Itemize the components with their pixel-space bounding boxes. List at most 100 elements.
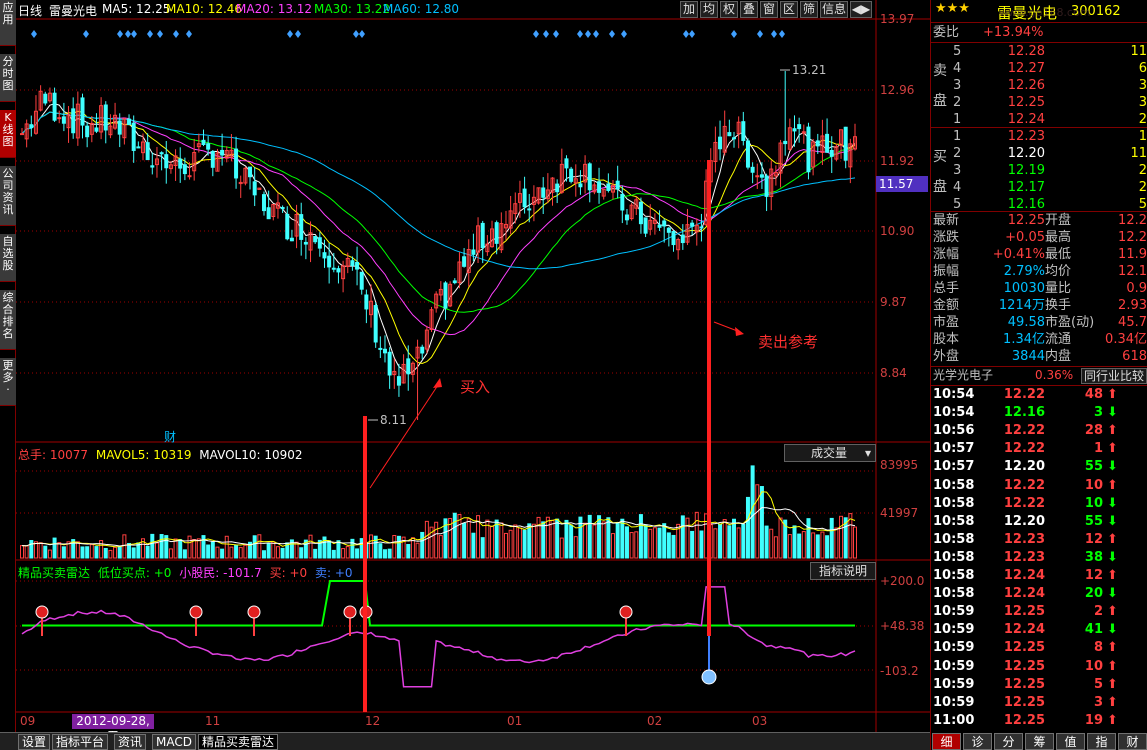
tab-macd[interactable]: MACD [152,734,196,750]
candle [322,252,327,259]
volume-bar [522,529,527,559]
tab-settings[interactable]: 设置 [18,734,51,750]
volume-bar [713,528,718,559]
sell-level-row[interactable]: 5 12.28 11 [931,43,1147,60]
arrow-up-icon: ⬆ [1107,423,1118,439]
quote-tab[interactable]: 分 [994,733,1023,750]
quote-tab[interactable]: 指 [1087,733,1116,750]
candle [396,376,401,386]
volume-bar [210,541,215,559]
volume-bar [587,514,592,559]
tick-volume: 38 [1084,549,1103,565]
indicator-help-button[interactable]: 指标说明 [810,562,876,580]
quote-tab[interactable]: 值 [1056,733,1085,750]
arrow-up-icon: ⬆ [1107,676,1118,692]
tick-price: 12.20 [1003,459,1045,475]
volume-dropdown[interactable]: 成交量 ▾ [784,444,876,462]
order-volume: 2 [1138,163,1147,178]
stat-key: 市盈 [933,315,960,330]
stat-row[interactable]: 涨跌 +0.05 最高 12.2 [931,229,1147,246]
sell-level-row[interactable]: 1 12.24 2 [931,111,1147,128]
chart-grid [16,0,930,732]
level-number: 4 [953,180,962,195]
watermark-text: www.gp168.com [999,6,1091,19]
stat-row[interactable]: 市盈 49.58 市盈(动) 45.7 [931,314,1147,331]
stat-value: 45.7 [1118,315,1147,330]
tab-radar[interactable]: 精品买卖雷达 [198,734,279,750]
candle [471,249,476,255]
candle [671,231,676,246]
volume-bar [825,535,830,559]
buy-level-row[interactable]: 1 12.23 1 [931,128,1147,145]
stat-row[interactable]: 金额 1214万 换手 2.93 [931,297,1147,314]
buy-level-row[interactable]: 3 12.19 2 [931,162,1147,179]
volume-axis-label: 83995 [880,458,919,472]
volume-bar [47,549,52,559]
stat-value: 0.9 [1126,281,1147,296]
candle [759,174,764,178]
volume-bar [471,532,476,559]
date-axis-label: 01 [507,714,523,728]
volume-bar [173,538,178,559]
volume-bar [52,537,57,559]
sell-level-row[interactable]: 4 12.27 6 [931,60,1147,77]
volume-bar [327,540,332,559]
candle [462,256,467,267]
volume-bar [745,496,750,559]
candle [718,136,723,150]
stat-row[interactable]: 外盘 3844 内盘 618 [931,348,1147,365]
order-price: 12.19 [1007,163,1045,178]
stat-row[interactable]: 股本 1.34亿 流通 0.34亿 [931,331,1147,348]
quote-tab[interactable]: 细 [932,733,961,750]
volume-bar [387,548,392,559]
stat-row[interactable]: 振幅 2.79% 均价 12.1 [931,263,1147,280]
candle [248,166,253,178]
stat-value: 0.34亿 [1105,332,1147,347]
volume-bar [592,524,597,559]
kline-chart[interactable] [0,0,930,732]
volume-bar [652,527,657,559]
candle [252,181,257,196]
stat-row[interactable]: 最新 12.25 开盘 12.2 [931,212,1147,229]
stat-row[interactable]: 涨幅 +0.41% 最低 11.9 [931,246,1147,263]
candle [131,122,136,151]
order-price: 12.20 [1007,146,1045,161]
compare-button[interactable]: 同行业比较 [1081,368,1147,384]
stat-row[interactable]: 总手 10030 量比 0.9 [931,280,1147,297]
volume-bar [122,534,127,559]
tick-volume: 1 [1093,441,1103,457]
volume-bar [359,538,364,559]
volume-bar [131,547,136,559]
sell-level-row[interactable]: 2 12.25 3 [931,94,1147,111]
order-price: 12.27 [1007,61,1045,76]
candle [355,261,360,270]
arrow-up-icon: ⬆ [1107,712,1118,728]
quote-tab[interactable]: 筹 [1025,733,1054,750]
stat-value: 12.2 [1118,230,1147,245]
quote-tab[interactable]: 诊 [963,733,992,750]
tab-indicator-platform[interactable]: 指标平台 [52,734,109,750]
sector-name[interactable]: 光学光电子 [933,367,993,384]
candle [150,165,155,168]
volume-total: 总手: 10077 [18,448,89,462]
order-volume: 2 [1138,180,1147,195]
candle [745,140,750,168]
candle [299,214,304,240]
finance-marker[interactable]: 财 [164,428,176,445]
volume-bar [187,535,192,559]
buy-level-row[interactable]: 4 12.17 2 [931,179,1147,196]
volume-bar [624,526,629,559]
tick-price: 12.22 [1003,441,1045,457]
indicator-baseline [22,580,855,627]
buy-level-row[interactable]: 2 12.20 11 [931,145,1147,162]
sell-level-row[interactable]: 3 12.26 3 [931,77,1147,94]
tab-news[interactable]: 资讯 [114,734,147,750]
stat-key: 最新 [933,213,960,228]
tick-time: 10:57 [933,441,975,457]
volume-bar [85,546,90,559]
price-axis-label: 11.92 [880,154,915,168]
tick-time: 10:58 [933,531,975,547]
candle [378,347,383,350]
tick-volume: 12 [1084,531,1103,547]
quote-tab[interactable]: 财 [1118,733,1147,750]
